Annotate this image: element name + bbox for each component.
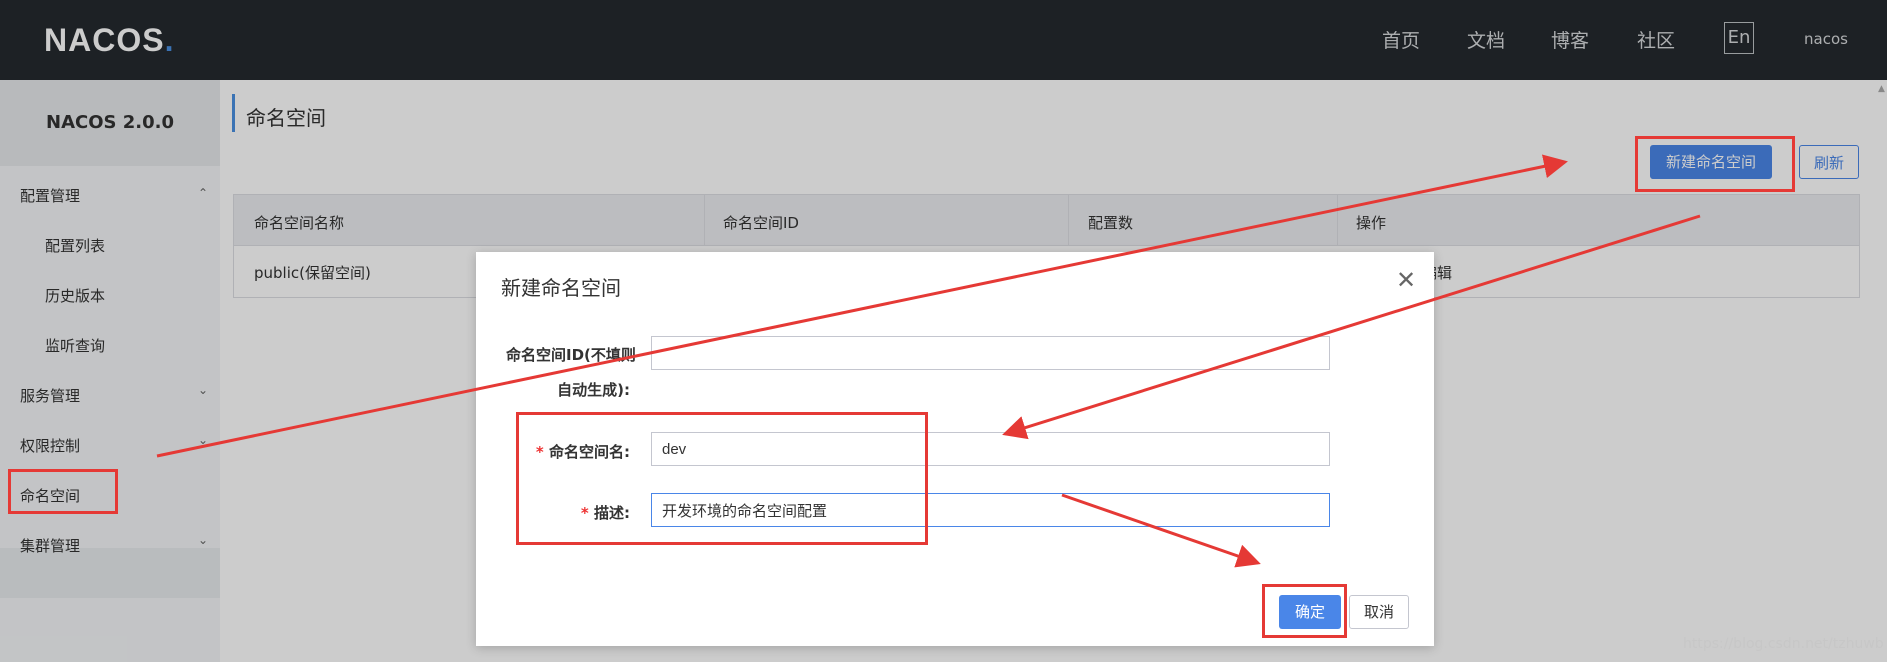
annotation-arrows — [156, 154, 1701, 568]
scrollbar-up-icon[interactable]: ▲ — [1878, 84, 1885, 94]
arrow-new-button-to-form — [1002, 214, 1701, 440]
arrow-form-to-confirm — [1061, 493, 1261, 568]
watermark: https://blog.csdn.net/tzhuwb — [1683, 636, 1884, 652]
arrow-sidebar-to-new-button — [156, 154, 1568, 458]
